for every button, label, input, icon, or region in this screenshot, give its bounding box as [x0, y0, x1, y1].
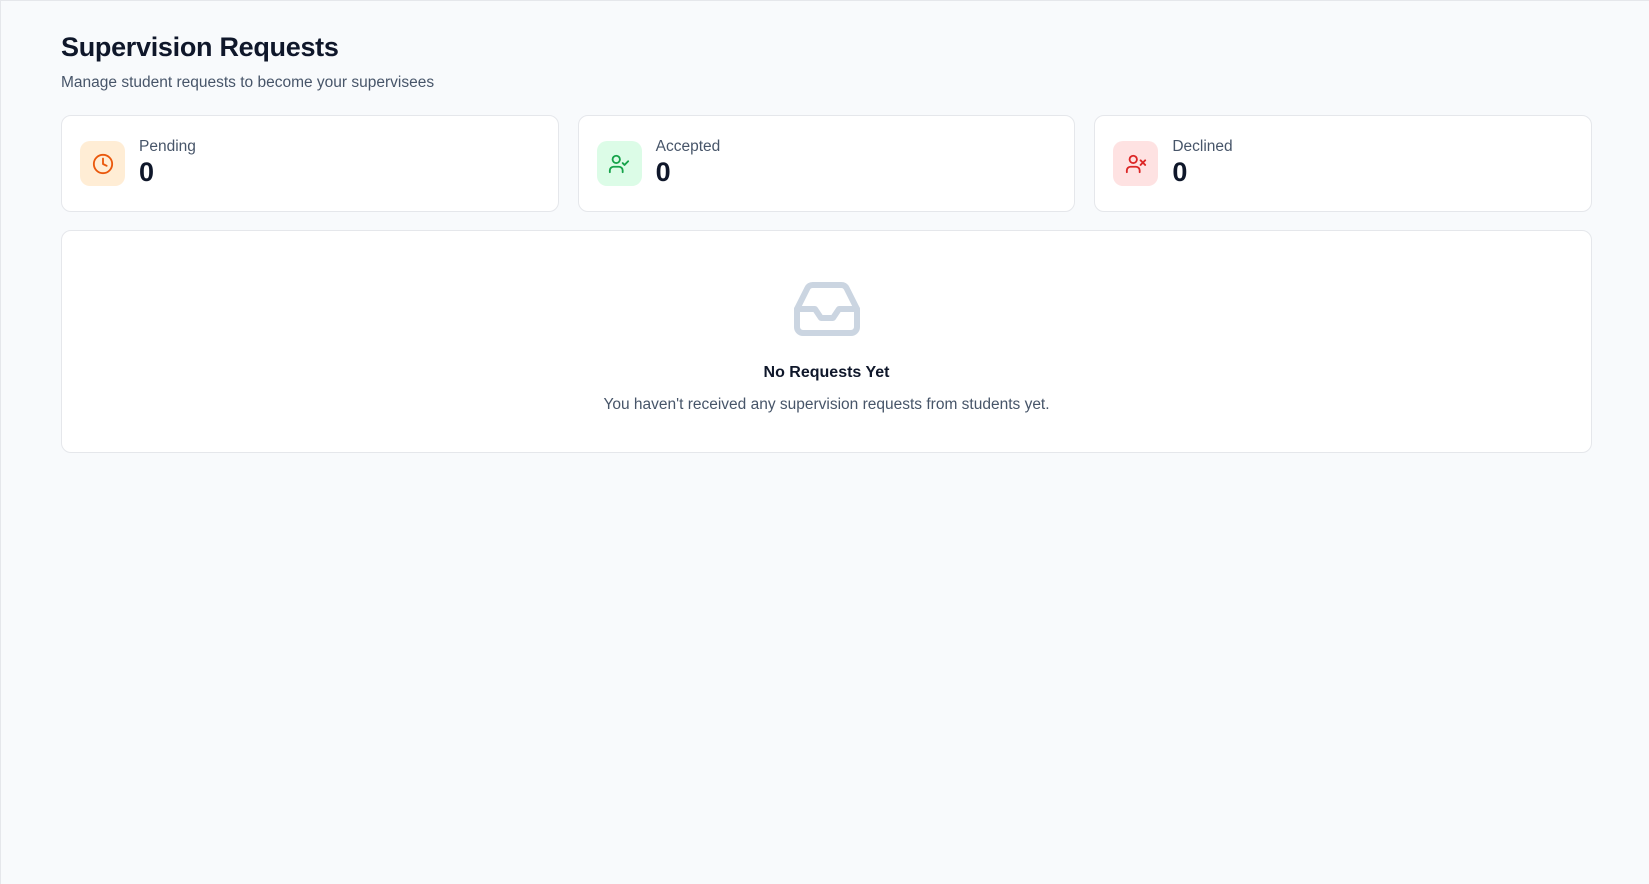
stat-text: Pending 0	[139, 137, 196, 187]
stat-label-pending: Pending	[139, 137, 196, 155]
empty-state-description: You haven't received any supervision req…	[603, 396, 1050, 413]
user-check-icon	[596, 141, 642, 186]
stat-text: Declined 0	[1172, 137, 1232, 187]
empty-state-title: No Requests Yet	[763, 364, 890, 381]
stat-value-declined: 0	[1172, 156, 1188, 187]
stat-value-pending: 0	[139, 156, 155, 187]
stat-label-declined: Declined	[1172, 137, 1233, 155]
stat-value-accepted: 0	[655, 156, 671, 187]
stat-card-declined: Declined 0	[1094, 115, 1593, 212]
page-subtitle: Manage student requests to become your s…	[61, 74, 435, 91]
page: Supervision Requests Manage student requ…	[0, 0, 1649, 884]
page-title: Supervision Requests	[61, 32, 339, 62]
main-content: Supervision Requests Manage student requ…	[61, 29, 1593, 453]
inbox-icon	[791, 273, 863, 345]
user-x-icon	[1113, 141, 1159, 186]
empty-state-card: No Requests Yet You haven't received any…	[61, 230, 1592, 453]
stat-text: Accepted 0	[656, 137, 721, 187]
stat-card-pending: Pending 0	[61, 115, 559, 212]
clock-icon	[80, 141, 125, 186]
stat-label-accepted: Accepted	[655, 137, 721, 155]
stat-card-accepted: Accepted 0	[577, 115, 1076, 212]
stats-row: Pending 0 Accepted 0 Declined 0	[61, 115, 1593, 212]
